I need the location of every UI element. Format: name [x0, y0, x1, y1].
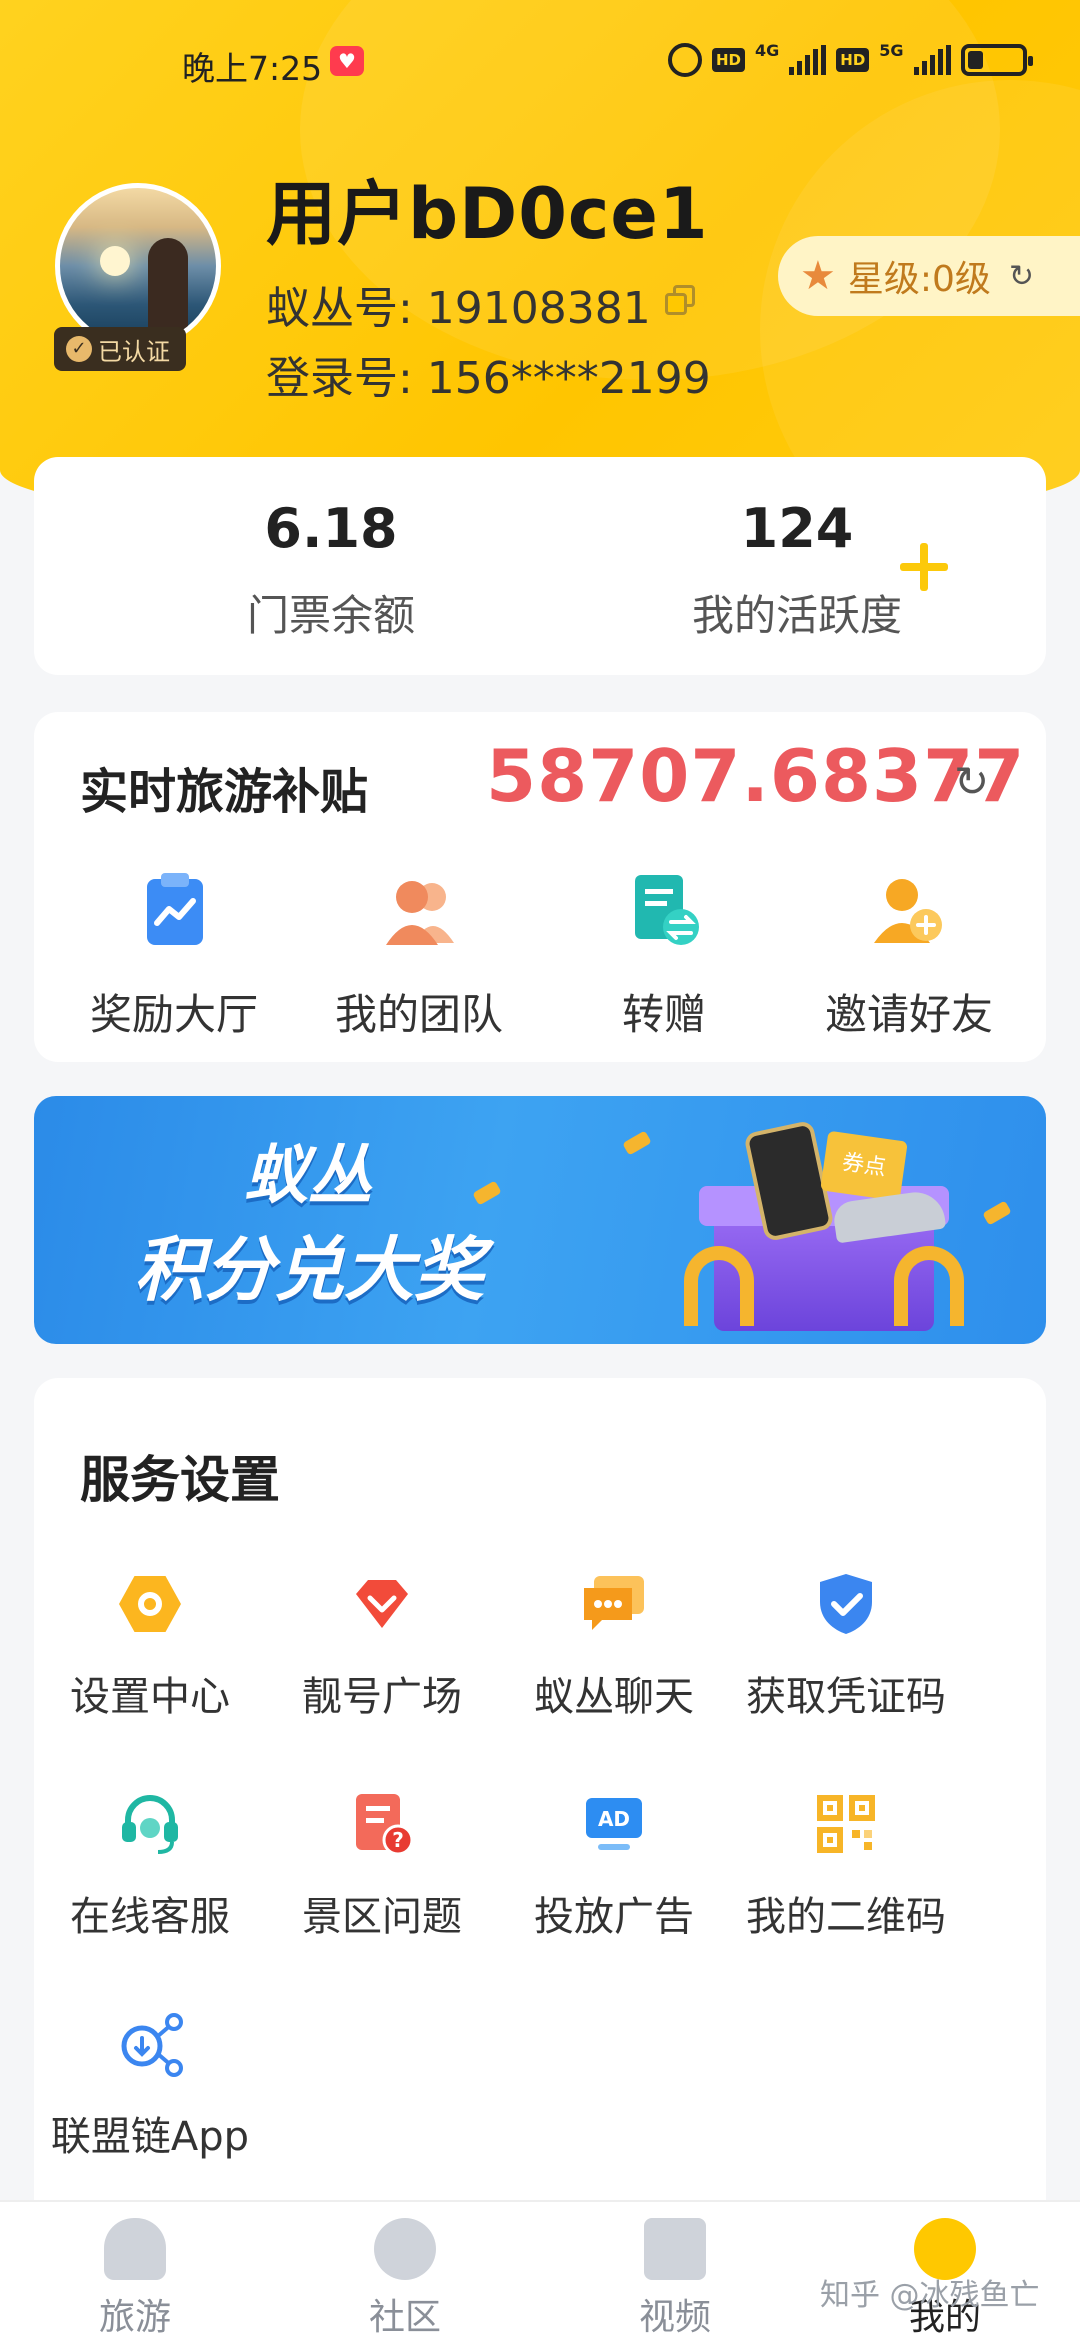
- scenic-issue-label: 景区问题: [302, 1894, 462, 1940]
- ad-icon: AD: [578, 1788, 650, 1860]
- share-chain-icon: [114, 2008, 186, 2080]
- hd-icon: HD: [712, 48, 746, 72]
- balance-value: 6.18: [264, 497, 398, 560]
- nav-tab-video[interactable]: 视频: [605, 2218, 745, 2340]
- customer-service-label: 在线客服: [70, 1894, 230, 1940]
- battery-level: [967, 51, 984, 69]
- balance-label: 门票余额: [246, 591, 415, 640]
- user-id: 蚁丛号: 19108381: [266, 283, 651, 334]
- team-label: 我的团队: [334, 990, 503, 1039]
- my-qr-code-label: 我的二维码: [746, 1894, 946, 1940]
- refresh-icon[interactable]: ↻: [954, 757, 989, 806]
- star-level-label: 星级:0级: [847, 259, 991, 300]
- get-voucher-code-label: 获取凭证码: [746, 1674, 946, 1720]
- watermark: 知乎 @冰残鱼亡: [820, 2278, 1040, 2313]
- place-ad-label: 投放广告: [534, 1894, 694, 1940]
- diamond-icon: [346, 1568, 418, 1640]
- settings-center-button[interactable]: 设置中心: [30, 1568, 270, 1722]
- stats-card: 6.18 门票余额 124 我的活跃度: [34, 457, 1046, 675]
- service-settings-card: 服务设置 设置中心 靓号广场 蚁丛聊天 获取凭证码 在线客服 ? 景区问题 AD…: [34, 1378, 1046, 2208]
- copy-icon[interactable]: [665, 285, 697, 317]
- question-doc-icon: ?: [346, 1788, 418, 1860]
- shield-check-icon: [810, 1568, 882, 1640]
- subsidy-title: 实时旅游补贴: [80, 764, 369, 820]
- avatar[interactable]: [55, 183, 221, 349]
- signal-icon: [789, 45, 827, 75]
- transfer-label: 转赠: [621, 990, 706, 1039]
- community-icon: [374, 2218, 436, 2280]
- status-icons: HD 4G HD 5G: [668, 40, 1033, 80]
- subsidy-card: 实时旅游补贴 58707.68377 ↻ 奖励大厅 我的团队 转赠 邀请好友: [34, 712, 1046, 1062]
- nav-tab-label: 社区: [368, 2297, 441, 2338]
- scenic-issue-button[interactable]: ? 景区问题: [262, 1788, 502, 1942]
- login-id: 登录号: 156****2199: [266, 353, 711, 404]
- network-type-label: 4G: [755, 40, 780, 60]
- reward-hall-icon: [129, 867, 219, 957]
- alliance-chain-app-label: 联盟链App: [50, 2114, 250, 2160]
- refresh-icon[interactable]: ↻: [1009, 259, 1034, 294]
- coupon-illustration: 券点: [820, 1130, 908, 1202]
- avatar-sun: [100, 246, 130, 276]
- vanity-number-button[interactable]: 靓号广场: [262, 1568, 502, 1722]
- customer-service-button[interactable]: 在线客服: [30, 1788, 270, 1942]
- invite-friend-button[interactable]: 邀请好友: [789, 867, 1029, 1042]
- subsidy-value: 58707.68377: [486, 734, 1026, 818]
- balance-stat[interactable]: 6.18 门票余额: [181, 497, 481, 643]
- headset-icon: [114, 1788, 186, 1860]
- coin-decoration: [472, 1180, 502, 1206]
- coin-decoration: [622, 1130, 652, 1156]
- username: 用户bD0ce1: [266, 173, 709, 255]
- promo-banner[interactable]: 蚁丛 积分兑大奖 券点: [34, 1096, 1046, 1344]
- verified-badge: ✓ 已认证: [54, 327, 186, 371]
- video-icon: [644, 2218, 706, 2280]
- verified-icon: ✓: [66, 336, 92, 362]
- signal-icon: [913, 45, 951, 75]
- invite-friend-icon: [864, 867, 954, 957]
- vanity-number-label: 靓号广场: [302, 1674, 462, 1720]
- coin-decoration: [982, 1200, 1012, 1226]
- nav-tab-community[interactable]: 社区: [335, 2218, 475, 2340]
- heart-badge-icon: ♥: [330, 46, 364, 76]
- home-icon: [104, 2218, 166, 2280]
- nav-tab-label: 视频: [638, 2297, 711, 2338]
- status-bar: 晚上7:25 ♥ HD 4G HD 5G: [0, 0, 1080, 120]
- place-ad-button[interactable]: AD 投放广告: [494, 1788, 734, 1942]
- reward-hall-label: 奖励大厅: [89, 990, 258, 1039]
- transfer-button[interactable]: 转赠: [544, 867, 784, 1042]
- arch-decoration: [684, 1246, 754, 1326]
- star-icon: ★: [800, 253, 836, 299]
- settings-center-label: 设置中心: [70, 1674, 230, 1720]
- nav-tab-travel[interactable]: 旅游: [65, 2218, 205, 2340]
- battery-icon: [960, 44, 1033, 76]
- alliance-chain-app-button[interactable]: 联盟链App: [30, 2008, 270, 2162]
- verified-label: 已认证: [98, 337, 170, 366]
- svg-text:AD: AD: [598, 1807, 630, 1831]
- settings-hex-icon: [114, 1568, 186, 1640]
- chat-button[interactable]: 蚁丛聊天: [494, 1568, 734, 1722]
- team-button[interactable]: 我的团队: [299, 867, 539, 1042]
- qr-code-icon: [810, 1788, 882, 1860]
- reward-hall-button[interactable]: 奖励大厅: [54, 867, 294, 1042]
- chat-icon: [578, 1568, 650, 1640]
- alarm-icon: [668, 43, 702, 77]
- transfer-icon: [619, 867, 709, 957]
- my-qr-code-button[interactable]: 我的二维码: [726, 1788, 966, 1942]
- add-activity-button[interactable]: [894, 537, 954, 597]
- team-icon: [374, 867, 464, 957]
- service-settings-title: 服务设置: [80, 1451, 280, 1509]
- banner-slogan-text: 积分兑大奖: [134, 1229, 484, 1311]
- hd-icon: HD: [836, 48, 870, 72]
- get-voucher-code-button[interactable]: 获取凭证码: [726, 1568, 966, 1722]
- svg-text:?: ?: [392, 1828, 404, 1852]
- network-type-label: 5G: [879, 40, 904, 60]
- nav-tab-label: 旅游: [98, 2297, 171, 2338]
- status-time: 晚上7:25: [182, 49, 323, 88]
- banner-brand-text: 蚁丛: [244, 1139, 372, 1213]
- star-level-pill[interactable]: ★ 星级:0级 ↻: [778, 236, 1080, 316]
- arch-decoration: [894, 1246, 964, 1326]
- chat-label: 蚁丛聊天: [534, 1674, 694, 1720]
- invite-friend-label: 邀请好友: [824, 990, 993, 1039]
